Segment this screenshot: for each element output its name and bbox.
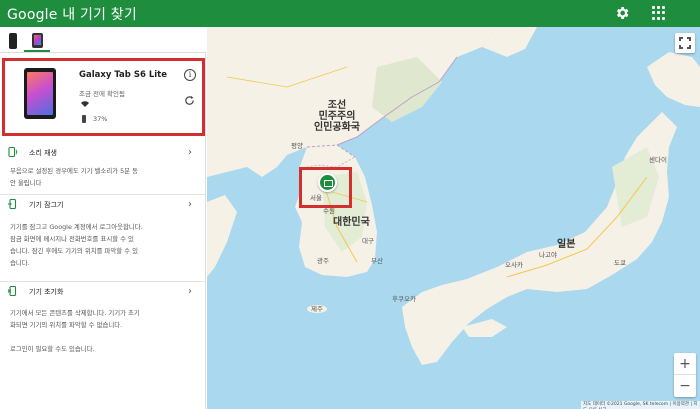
map-attribution[interactable]: 지도 데이터 ©2021 Google, SK telecom | 이용약관 |… <box>581 401 700 409</box>
action-desc-line: 무음으로 설정된 경우에도 기기 벨소리가 5분 동 <box>10 167 138 175</box>
chevron-right-icon: › <box>188 199 192 210</box>
gear-icon[interactable] <box>614 5 630 21</box>
action-desc-line <box>10 331 196 343</box>
apps-grid-icon[interactable] <box>652 6 666 20</box>
map-label-osaka: 오사카 <box>505 261 523 269</box>
map-label-fukuoka: 후쿠오카 <box>392 295 416 303</box>
action-desc-line: 안 울립니다 <box>10 179 42 187</box>
app-title: Google 내 기기 찾기 <box>7 6 137 23</box>
ring-phone-icon <box>8 147 18 157</box>
action-desc-line: 화되면 기기의 위치를 파악할 수 없습니다. <box>10 321 123 329</box>
device-panel: Galaxy Tab S6 Lite 조금 전에 확인됨 37% i 소리 재생… <box>0 53 206 409</box>
zoom-control: + − <box>674 353 696 397</box>
chevron-right-icon: › <box>188 286 192 297</box>
zoom-out-button[interactable]: − <box>674 375 696 397</box>
map-label-tokyo: 도쿄 <box>614 259 626 267</box>
device-name: Galaxy Tab S6 Lite <box>79 70 167 80</box>
battery-level: 37% <box>93 115 108 123</box>
battery-icon <box>82 115 86 123</box>
wifi-icon <box>81 101 89 107</box>
lock-phone-icon <box>8 199 17 209</box>
chevron-right-icon: › <box>188 147 192 158</box>
map-label-nagoya: 나고야 <box>539 251 557 259</box>
action-desc-line: 기기에서 모든 콘텐츠를 삭제합니다. 기기가 초기 <box>10 309 140 317</box>
erase-phone-icon <box>8 286 17 296</box>
device-location-marker-icon[interactable] <box>318 173 337 192</box>
map-label-north-korea: 조선 민주주의 인민공화국 <box>314 100 360 133</box>
action-desc-line: 기기를 잠그고 Google 계정에서 로그아웃합니다. <box>10 223 143 231</box>
fullscreen-icon[interactable] <box>675 33 695 53</box>
action-erase-device[interactable]: 기기 초기화 › 기기에서 모든 콘텐츠를 삭제합니다. 기기가 초기 화되면 … <box>0 282 206 367</box>
map-label-pyongyang: 평양 <box>291 142 303 150</box>
action-lock-device[interactable]: 기기 잠그기 › 기기를 잠그고 Google 계정에서 로그아웃합니다. 잠금… <box>0 195 206 282</box>
phone-icon <box>9 33 17 49</box>
map[interactable]: 조선 민주주의 인민공화국 대한민국 일본 평양 서울 수원 대구 광주 부산 … <box>207 27 700 409</box>
device-tab-tablet[interactable] <box>24 30 50 52</box>
map-label-gwangju: 광주 <box>317 257 329 265</box>
info-icon[interactable]: i <box>184 69 196 81</box>
device-tab-phone[interactable] <box>0 30 26 52</box>
action-title: 소리 재생 <box>29 149 57 157</box>
map-canvas <box>207 27 700 365</box>
tablet-icon <box>31 32 43 48</box>
action-title: 기기 초기화 <box>29 288 64 296</box>
app-bar: Google 내 기기 찾기 <box>0 0 700 27</box>
map-label-busan: 부산 <box>371 257 383 265</box>
device-tabs <box>0 27 206 53</box>
action-desc-line: 잠금 화면에 메시지나 전화번호를 표시할 수 있 <box>10 235 134 243</box>
map-label-sendai: 센다이 <box>649 156 667 164</box>
map-label-japan: 일본 <box>557 239 576 250</box>
map-label-daegu: 대구 <box>362 237 374 245</box>
zoom-in-button[interactable]: + <box>674 353 696 375</box>
action-title: 기기 잠그기 <box>29 201 64 209</box>
action-desc-line: 습니다. 잠긴 후에도 기기의 위치를 파악할 수 있 <box>10 247 138 255</box>
action-play-sound[interactable]: 소리 재생 › 무음으로 설정된 경우에도 기기 벨소리가 5분 동 안 울립니… <box>0 143 206 195</box>
refresh-icon[interactable] <box>184 95 195 106</box>
device-card: Galaxy Tab S6 Lite 조금 전에 확인됨 37% i <box>2 58 205 136</box>
action-desc-line: 습니다. <box>10 259 30 267</box>
device-status: 조금 전에 확인됨 <box>79 90 125 98</box>
map-label-south-korea: 대한민국 <box>333 217 370 228</box>
action-desc-line: 로그인이 필요할 수도 있습니다. <box>10 345 95 353</box>
map-label-jeju: 제주 <box>311 305 323 313</box>
device-image <box>24 68 56 119</box>
